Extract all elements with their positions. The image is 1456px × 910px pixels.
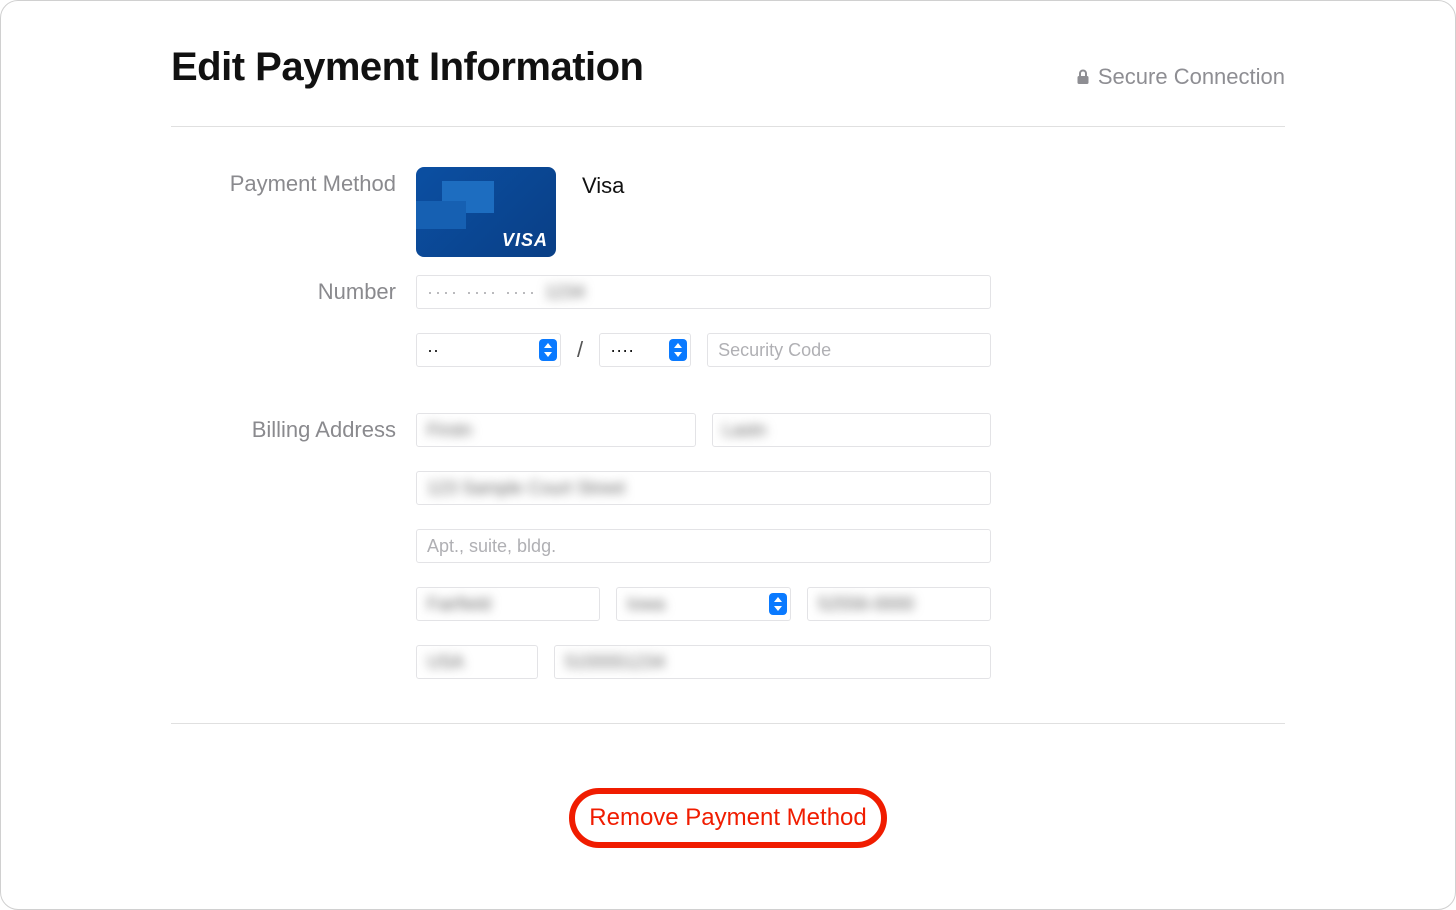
select-stepper-icon: [769, 593, 787, 615]
edit-payment-window: Edit Payment Information Secure Connecti…: [0, 0, 1456, 910]
billing-first-name-input[interactable]: Firstn: [416, 413, 696, 447]
billing-country-input[interactable]: USA: [416, 645, 538, 679]
lock-icon: [1076, 69, 1090, 85]
card-number-mask: ···· ···· ····: [427, 282, 537, 303]
billing-address-label: Billing Address: [171, 413, 416, 443]
card-brand-graphic: VISA: [416, 167, 556, 257]
exp-year-select[interactable]: ····: [599, 333, 691, 367]
billing-zip-input[interactable]: 52556-0000: [807, 587, 991, 621]
remove-payment-wrap: Remove Payment Method: [171, 788, 1285, 848]
billing-apt-placeholder: Apt., suite, bldg.: [427, 536, 556, 557]
billing-street-input[interactable]: 123 Sample Court Street: [416, 471, 991, 505]
card-number-input[interactable]: ···· ···· ···· 1234: [416, 275, 991, 309]
select-stepper-icon: [669, 339, 687, 361]
billing-apt-input[interactable]: Apt., suite, bldg.: [416, 529, 991, 563]
card-number-label: Number: [171, 275, 416, 305]
page-title: Edit Payment Information: [171, 45, 644, 90]
card-number-last4: 1234: [545, 282, 585, 303]
billing-phone-input[interactable]: 5155551234: [554, 645, 991, 679]
billing-address-row: Billing Address Firstn Lastn 123 Sample …: [171, 413, 1285, 679]
exp-year-value: ····: [610, 340, 634, 361]
exp-month-value: ··: [427, 340, 439, 361]
security-code-placeholder: Security Code: [718, 340, 831, 361]
select-stepper-icon: [539, 339, 557, 361]
security-code-input[interactable]: Security Code: [707, 333, 991, 367]
secure-connection-indicator: Secure Connection: [1076, 64, 1285, 90]
card-brand-name: Visa: [582, 167, 624, 199]
secure-connection-label: Secure Connection: [1098, 64, 1285, 90]
billing-last-name-input[interactable]: Lastn: [712, 413, 992, 447]
billing-state-select[interactable]: Iowa: [616, 587, 791, 621]
exp-separator: /: [577, 337, 583, 363]
payment-method-label: Payment Method: [171, 167, 416, 197]
card-brand-logo-text: VISA: [502, 230, 548, 251]
billing-city-input[interactable]: Fairfield: [416, 587, 600, 621]
content-area: Edit Payment Information Secure Connecti…: [1, 1, 1455, 848]
footer-divider: [171, 723, 1285, 724]
exp-month-select[interactable]: ··: [416, 333, 561, 367]
header: Edit Payment Information Secure Connecti…: [171, 45, 1285, 127]
card-number-row: Number ···· ···· ···· 1234 ·· /: [171, 275, 1285, 367]
remove-payment-method-button[interactable]: Remove Payment Method: [569, 788, 886, 848]
payment-method-row: Payment Method VISA Visa: [171, 167, 1285, 257]
